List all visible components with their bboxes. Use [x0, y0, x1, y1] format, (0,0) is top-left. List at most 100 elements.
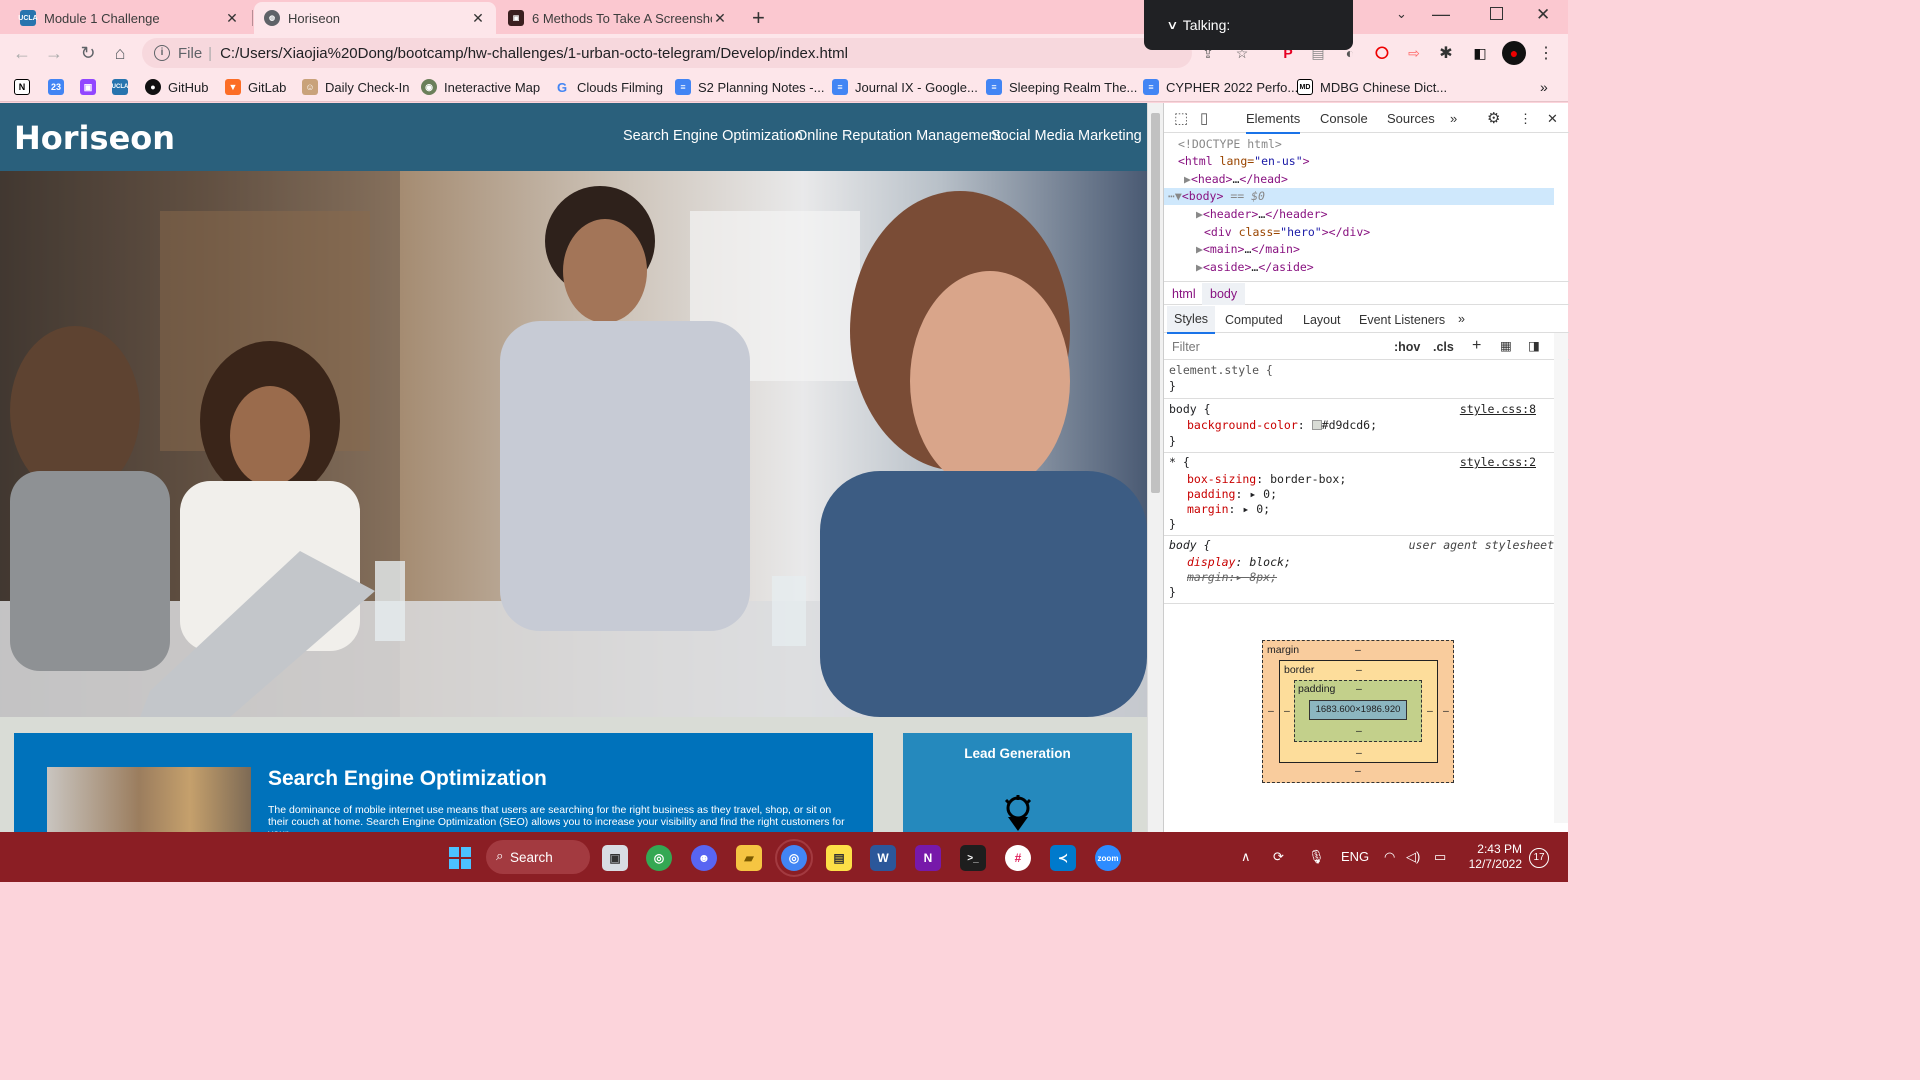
slack-icon[interactable]: #: [1005, 845, 1031, 871]
subtab-computed[interactable]: Computed: [1225, 313, 1283, 327]
dom-head[interactable]: ▶<head>…</head>: [1164, 171, 1554, 188]
bookmark-s2-planning[interactable]: ≡ S2 Planning Notes -...: [675, 78, 824, 96]
dom-main[interactable]: ▶<main>…</main>: [1164, 241, 1554, 258]
close-icon[interactable]: ✕: [712, 10, 728, 27]
reload-button[interactable]: ↻: [76, 41, 100, 65]
box-model-content[interactable]: 1683.600×1986.920: [1309, 700, 1407, 720]
box-model-padding[interactable]: padding – – 1683.600×1986.920: [1294, 680, 1422, 742]
menu-icon[interactable]: ⋮: [1536, 43, 1556, 63]
windows-start-icon[interactable]: [447, 845, 473, 871]
back-button[interactable]: ←: [10, 41, 34, 65]
battery-icon[interactable]: ▭: [1434, 849, 1446, 865]
tab-sources[interactable]: Sources: [1387, 111, 1435, 126]
box-model-margin[interactable]: margin – – – – border – – – – padding – …: [1262, 640, 1454, 783]
crumb-body[interactable]: body: [1202, 283, 1246, 305]
vscode-icon[interactable]: ≺: [1050, 845, 1076, 871]
sidepanel-icon[interactable]: ◧: [1470, 43, 1490, 63]
dom-aside[interactable]: ▶<aside>…</aside>: [1164, 259, 1554, 276]
sticky-notes-icon[interactable]: ▤: [826, 845, 852, 871]
onenote-icon[interactable]: N: [915, 845, 941, 871]
language-indicator[interactable]: ENG: [1341, 849, 1369, 864]
color-swatch[interactable]: [1311, 420, 1322, 430]
close-icon[interactable]: ✕: [224, 10, 240, 27]
word-icon[interactable]: W: [870, 845, 896, 871]
more-subtabs-icon[interactable]: »: [1458, 312, 1465, 326]
close-devtools-icon[interactable]: ✕: [1547, 111, 1558, 127]
forward-button[interactable]: →: [42, 41, 66, 65]
chrome-icon[interactable]: ◎: [646, 845, 672, 871]
task-view-icon[interactable]: ▣: [602, 845, 628, 871]
box-model-border[interactable]: border – – – – padding – – 1683.600×1986…: [1279, 660, 1438, 763]
dom-body-selected[interactable]: ⋯▼<body> == $0: [1164, 188, 1554, 205]
chrome-active-icon[interactable]: ◎: [775, 839, 813, 877]
home-button[interactable]: ⌂: [108, 41, 132, 65]
scrollbar-thumb[interactable]: [1151, 113, 1160, 493]
rule-source-link[interactable]: style.css:2: [1460, 454, 1536, 470]
tab-elements[interactable]: Elements: [1246, 111, 1301, 134]
maximize-button[interactable]: [1490, 7, 1503, 20]
more-tabs-icon[interactable]: »: [1450, 111, 1457, 126]
taskbar-search[interactable]: ⌕ Search: [486, 840, 590, 874]
microphone-icon[interactable]: 🎙: [1308, 849, 1325, 865]
device-toolbar-icon[interactable]: ▯: [1200, 109, 1208, 127]
decl-box-sizing[interactable]: box-sizing: border-box;: [1187, 471, 1346, 487]
bookmark-github[interactable]: ● GitHub: [145, 78, 208, 96]
subtab-styles[interactable]: Styles: [1167, 306, 1216, 334]
notification-badge[interactable]: 17: [1529, 848, 1549, 868]
tab-horiseon[interactable]: ◍ Horiseon ✕: [254, 2, 496, 34]
opera-icon[interactable]: ⭘: [1372, 43, 1392, 63]
sync-icon[interactable]: ⟳: [1273, 849, 1284, 865]
more-bookmarks-icon[interactable]: »: [1540, 78, 1548, 96]
terminal-icon[interactable]: >_: [960, 845, 986, 871]
toggle-sidebar-icon[interactable]: ◨: [1528, 338, 1540, 353]
discord-icon[interactable]: ☻: [691, 845, 717, 871]
address-bar[interactable]: i File | C:/Users/Xiaojia%20Dong/bootcam…: [142, 38, 1192, 68]
bookmark-twitch[interactable]: ▣: [80, 78, 103, 96]
window-close-button[interactable]: ✕: [1536, 5, 1550, 25]
extension-icon[interactable]: ⇨: [1404, 43, 1424, 63]
info-icon[interactable]: i: [154, 45, 170, 61]
decl-background-color[interactable]: background-color: #d9dcd6;: [1187, 417, 1377, 433]
site-logo[interactable]: Horiseon: [14, 119, 175, 157]
wifi-icon[interactable]: ◠: [1384, 849, 1395, 865]
dom-hero-div[interactable]: <div class="hero"></div>: [1164, 224, 1554, 241]
tab-search-chevron-icon[interactable]: ⌄: [1396, 6, 1407, 22]
talking-popup[interactable]: ∨ Talking:: [1144, 0, 1353, 50]
subtab-event-listeners[interactable]: Event Listeners: [1359, 313, 1445, 327]
bookmark-calendar[interactable]: 23: [48, 78, 71, 96]
close-icon[interactable]: ✕: [470, 10, 486, 27]
hov-button[interactable]: :hov: [1394, 340, 1420, 354]
paint-icon[interactable]: ▦: [1500, 338, 1512, 353]
bookmark-notion[interactable]: N: [14, 78, 37, 96]
new-tab-button[interactable]: +: [752, 5, 765, 31]
avatar[interactable]: ●: [1502, 41, 1526, 65]
bookmark-daily-checkin[interactable]: ☺ Daily Check-In: [302, 78, 410, 96]
bookmark-ucla[interactable]: UCLA: [112, 78, 135, 96]
bookmark-gitlab[interactable]: ▼ GitLab: [225, 78, 286, 96]
puzzle-icon[interactable]: ✱: [1436, 43, 1456, 63]
minimize-button[interactable]: —: [1432, 4, 1450, 25]
tray-chevron-icon[interactable]: ∧: [1241, 849, 1251, 865]
bookmark-sleeping-realm[interactable]: ≡ Sleeping Realm The...: [986, 78, 1137, 96]
filter-input[interactable]: Filter: [1172, 340, 1200, 354]
subtab-layout[interactable]: Layout: [1303, 313, 1341, 327]
add-rule-icon[interactable]: +: [1472, 337, 1481, 355]
tab-console[interactable]: Console: [1320, 111, 1368, 126]
inspect-element-icon[interactable]: ⬚: [1174, 109, 1188, 127]
nav-link-reputation[interactable]: Online Reputation Management: [796, 128, 1001, 144]
rule-source-link[interactable]: style.css:8: [1460, 401, 1536, 417]
bookmark-interactive-map[interactable]: ◉ Ineteractive Map: [421, 78, 540, 96]
bookmark-clouds-filming[interactable]: G Clouds Filming: [554, 78, 663, 96]
decl-margin[interactable]: margin: ▸ 0;: [1187, 501, 1270, 517]
styles-scrollbar[interactable]: [1554, 333, 1568, 823]
nav-link-seo[interactable]: Search Engine Optimization: [623, 128, 803, 144]
decl-padding[interactable]: padding: ▸ 0;: [1187, 486, 1277, 502]
zoom-icon[interactable]: zoom: [1095, 845, 1121, 871]
bookmark-journal[interactable]: ≡ Journal IX - Google...: [832, 78, 978, 96]
page-scrollbar[interactable]: [1147, 103, 1163, 832]
clock[interactable]: 2:43 PM 12/7/2022: [1462, 842, 1522, 872]
kebab-menu-icon[interactable]: ⋮: [1519, 111, 1532, 127]
bookmark-cypher[interactable]: ≡ CYPHER 2022 Perfo...: [1143, 78, 1298, 96]
gear-icon[interactable]: ⚙: [1487, 109, 1500, 127]
file-explorer-icon[interactable]: ▰: [736, 845, 762, 871]
